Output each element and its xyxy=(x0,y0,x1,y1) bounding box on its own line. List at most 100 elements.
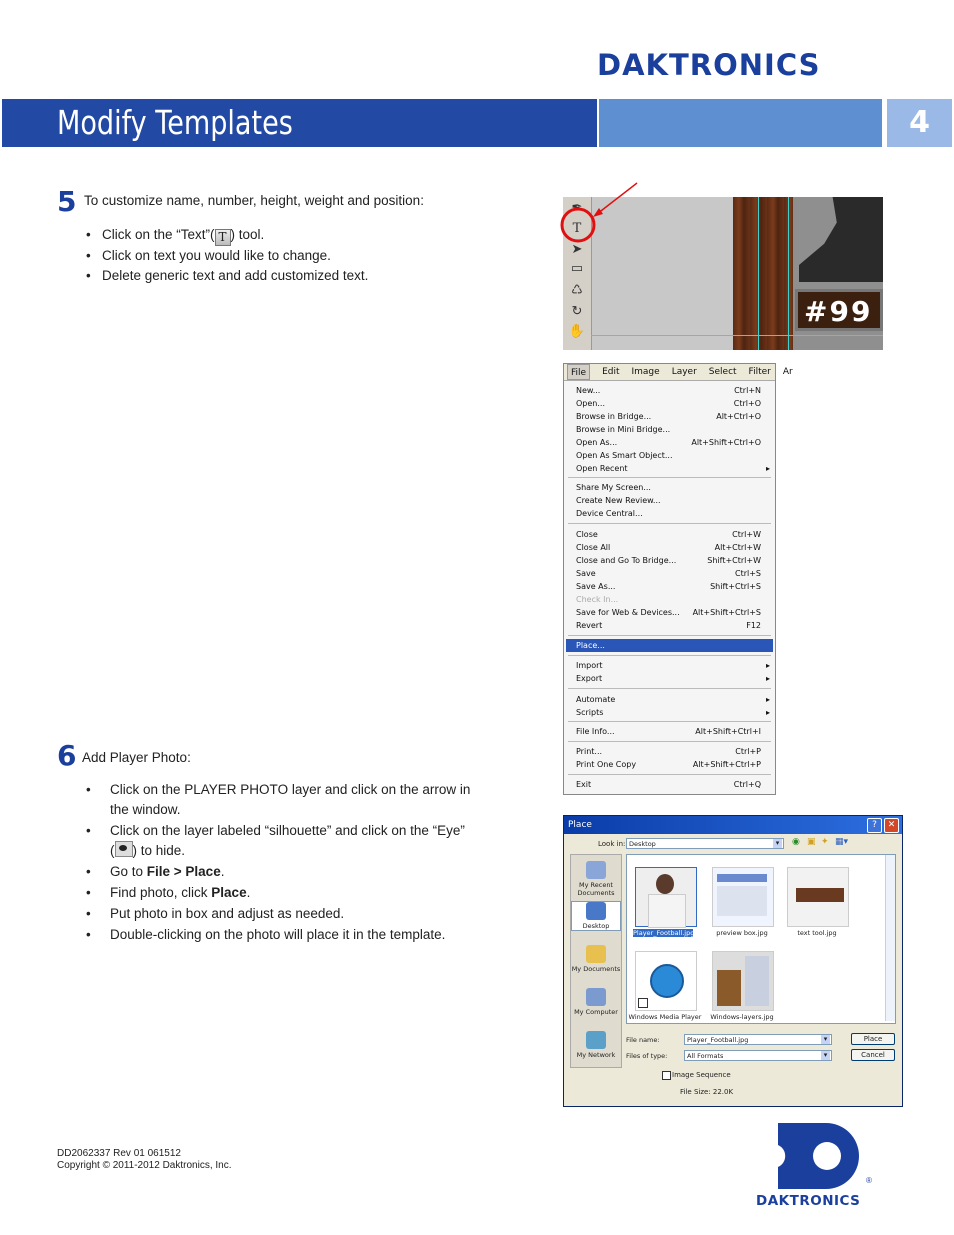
3d-orbit-icon[interactable]: ↻ xyxy=(567,303,587,319)
file-thumb-media-player[interactable] xyxy=(635,951,697,1011)
step-5-list: Click on the “Text”(T) tool. Click on te… xyxy=(84,225,504,286)
menu-separator xyxy=(568,741,771,742)
menu-item-close-go-bridge[interactable]: Close and Go To Bridge... Shift+Ctrl+W xyxy=(566,554,773,567)
header-band-accent xyxy=(599,99,882,147)
menu-item-place[interactable]: Place... xyxy=(566,639,773,652)
guide-line xyxy=(758,197,759,350)
step-6-intro: Add Player Photo: xyxy=(82,750,191,765)
view-menu-icon[interactable]: ▦▾ xyxy=(835,837,848,847)
menu-edit[interactable]: Edit xyxy=(602,364,619,380)
page-title: Modify Templates xyxy=(57,103,293,142)
file-label-text-tool[interactable]: text tool.jpg xyxy=(777,929,857,937)
file-label-player[interactable]: Player_Football.jpg xyxy=(633,929,694,937)
place-button[interactable]: Place xyxy=(851,1033,895,1045)
place-dialog-screenshot: Place ? ✕ Look in: Desktop ◉ ▣ ✦ ▦▾ My R… xyxy=(563,815,903,1107)
file-thumb-windows-layers[interactable] xyxy=(712,951,774,1011)
file-type-label: Files of type: xyxy=(626,1052,668,1060)
list-item: Click on text you would like to change. xyxy=(84,246,504,266)
guide-line xyxy=(591,335,883,336)
step-6-list: Click on the PLAYER PHOTO layer and clic… xyxy=(82,780,472,946)
place-my-computer[interactable]: My Computer xyxy=(571,988,621,1016)
menu-item-automate[interactable]: Automate xyxy=(566,693,773,706)
bottom-logo-text: DAKTRONICS xyxy=(756,1193,861,1209)
menu-item-file-info[interactable]: File Info... Alt+Shift+Ctrl+I xyxy=(566,725,773,738)
list-item: Double-clicking on the photo will place … xyxy=(82,925,472,945)
help-button[interactable]: ? xyxy=(867,818,882,833)
file-label-windows-layers[interactable]: Windows-layers.jpg xyxy=(702,1013,782,1021)
menu-item-open-as[interactable]: Open As... Alt+Shift+Ctrl+O xyxy=(566,436,773,449)
menu-image[interactable]: Image xyxy=(632,364,660,380)
step-5-number: 5 xyxy=(57,185,77,218)
cancel-button[interactable]: Cancel xyxy=(851,1049,895,1061)
3d-rotate-icon[interactable]: ♺ xyxy=(567,282,587,298)
step-5-intro: To customize name, number, height, weigh… xyxy=(84,193,424,208)
menu-item-open-smart-object[interactable]: Open As Smart Object... xyxy=(566,449,773,462)
menu-item-browse-bridge[interactable]: Browse in Bridge... Alt+Ctrl+O xyxy=(566,410,773,423)
file-label-preview-box[interactable]: preview box.jpg xyxy=(702,929,782,937)
menu-item-revert[interactable]: Revert F12 xyxy=(566,619,773,632)
menu-analysis[interactable]: Ar xyxy=(783,364,793,380)
daktronics-d-logo-icon xyxy=(778,1123,859,1189)
footer: DD2062337 Rev 01 061512 Copyright © 2011… xyxy=(57,1148,232,1172)
menu-item-scripts[interactable]: Scripts xyxy=(566,706,773,719)
menu-item-check-in: Check In... xyxy=(576,595,619,604)
menu-item-save[interactable]: Save Ctrl+S xyxy=(566,567,773,580)
menu-separator xyxy=(568,635,771,636)
list-item: Click on the “Text”(T) tool. xyxy=(84,225,504,246)
menu-item-import[interactable]: Import xyxy=(566,659,773,672)
place-recent-documents[interactable]: My Recent Documents xyxy=(571,861,621,897)
image-sequence-checkbox[interactable] xyxy=(662,1071,671,1080)
place-my-network[interactable]: My Network xyxy=(571,1031,621,1059)
menu-item-print-one-copy[interactable]: Print One Copy Alt+Shift+Ctrl+P xyxy=(566,758,773,771)
hand-tool-icon[interactable]: ✋ xyxy=(567,323,587,339)
menu-file[interactable]: File xyxy=(567,364,591,380)
file-label-media-player[interactable]: Windows Media Player xyxy=(625,1013,705,1021)
menu-layer[interactable]: Layer xyxy=(672,364,697,380)
file-thumb-text-tool[interactable] xyxy=(787,867,849,927)
menu-item-open[interactable]: Open... Ctrl+O xyxy=(566,397,773,410)
menu-item-export[interactable]: Export xyxy=(566,672,773,685)
annotation-arrow xyxy=(560,182,638,243)
menu-item-save-for-web[interactable]: Save for Web & Devices... Alt+Shift+Ctrl+… xyxy=(566,606,773,619)
file-name-input[interactable]: Player_Football.jpg xyxy=(684,1034,832,1045)
menu-separator xyxy=(568,688,771,689)
step-6-number: 6 xyxy=(57,739,77,772)
menu-item-exit[interactable]: Exit Ctrl+Q xyxy=(566,778,773,791)
dialog-title: Place xyxy=(568,820,592,830)
shape-tool-icon[interactable]: ▭ xyxy=(567,260,587,276)
place-desktop[interactable]: Desktop xyxy=(571,901,621,931)
eye-icon xyxy=(114,841,133,857)
menu-separator xyxy=(568,655,771,656)
scrollbar[interactable] xyxy=(885,855,895,1021)
look-in-select[interactable]: Desktop xyxy=(626,838,784,849)
look-in-label: Look in: xyxy=(598,840,626,848)
registered-mark: ® xyxy=(866,1176,872,1185)
menu-item-new[interactable]: New... Ctrl+N xyxy=(566,384,773,397)
menu-select[interactable]: Select xyxy=(709,364,737,380)
place-my-documents[interactable]: My Documents xyxy=(571,945,621,973)
menu-item-open-recent[interactable]: Open Recent xyxy=(566,462,773,475)
file-thumb-player[interactable] xyxy=(635,867,697,928)
file-list: Player_Football.jpg preview box.jpg text… xyxy=(626,854,896,1024)
new-folder-icon[interactable]: ✦ xyxy=(821,837,829,847)
file-thumb-preview-box[interactable] xyxy=(712,867,774,927)
menu-item-print[interactable]: Print... Ctrl+P xyxy=(566,745,773,758)
menu-separator xyxy=(568,523,771,524)
menu-item-save-as[interactable]: Save As... Shift+Ctrl+S xyxy=(566,580,773,593)
menu-item-create-review[interactable]: Create New Review... xyxy=(566,494,773,507)
file-size-text: File Size: 22.0K xyxy=(680,1088,734,1096)
section-number: 4 xyxy=(887,99,952,147)
close-icon[interactable]: ✕ xyxy=(884,818,899,833)
up-folder-icon[interactable]: ▣ xyxy=(807,837,816,847)
list-item: Delete generic text and add customized t… xyxy=(84,266,504,286)
menu-filter[interactable]: Filter xyxy=(749,364,771,380)
jersey-number: #99 xyxy=(795,289,883,331)
menu-item-device-central[interactable]: Device Central... xyxy=(566,507,773,520)
menu-item-close[interactable]: Close Ctrl+W xyxy=(566,528,773,541)
menu-item-share-screen[interactable]: Share My Screen... xyxy=(566,481,773,494)
back-icon[interactable]: ◉ xyxy=(792,837,800,847)
list-item: Click on the PLAYER PHOTO layer and clic… xyxy=(82,780,472,820)
menu-item-close-all[interactable]: Close All Alt+Ctrl+W xyxy=(566,541,773,554)
file-type-select[interactable]: All Formats xyxy=(684,1050,832,1061)
menu-item-browse-mini-bridge[interactable]: Browse in Mini Bridge... xyxy=(566,423,773,436)
